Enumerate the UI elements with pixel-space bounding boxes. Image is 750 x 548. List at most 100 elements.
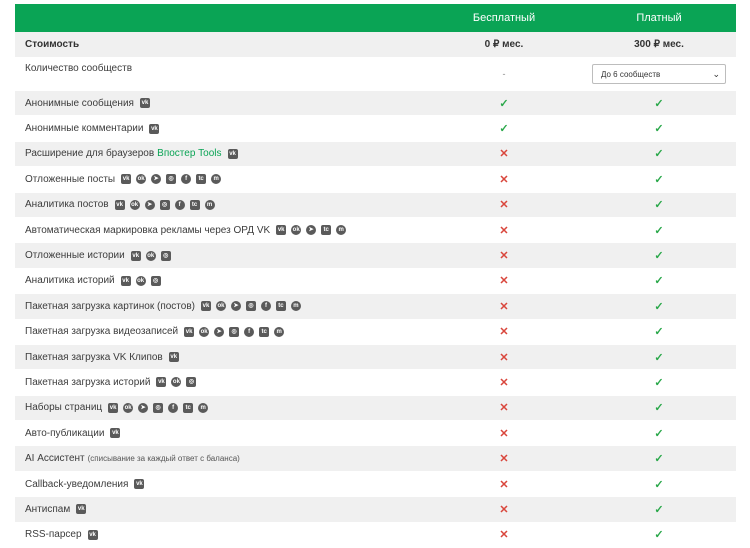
feature-row: Аналитика историй vk ok ◎ ✕ ✓ [15,268,736,295]
platform-icons: vk [76,504,87,515]
platform-icons: vk ok ◎ [130,250,171,261]
tenchat-icon: tc [183,402,194,413]
feature-row: Наборы страниц vk ok ➤ ◎ f tc m ✕ ✓ [15,395,736,422]
check-icon: ✓ [654,148,664,161]
free-plan-cell: ✕ [426,376,582,389]
header-free-plan: Бесплатный [472,12,536,24]
free-plan-cell: ✕ [426,401,582,414]
cross-icon: ✕ [499,326,509,339]
paid-plan-cell: ✓ [582,325,736,338]
feature-row: Авто-публикации vk ✕ ✓ [15,421,736,447]
feature-cell: Наборы страниц vk ok ➤ ◎ f tc m [15,402,426,413]
check-icon: ✓ [499,123,509,136]
free-communities-value: - [502,69,506,79]
feature-cell: Антиспам vk [15,504,426,515]
free-plan-cell: ✓ [426,122,582,135]
feature-row: Анонимные сообщения vk ✓ ✓ [15,91,736,117]
chevron-down-icon: ⌄ [712,68,720,79]
cross-icon: ✕ [499,300,509,313]
free-plan-cell: ✕ [426,224,582,237]
communities-label: Количество сообществ [25,63,133,74]
check-icon: ✓ [654,529,664,542]
vk-icon: vk [227,148,238,159]
feature-link[interactable]: Впостер Tools [157,148,221,159]
feature-row: Пакетная загрузка видеозаписей vk ok ➤ ◎ f tc m… [15,319,736,345]
feature-row: Отложенные истории vk ok ◎ ✕ ✓ [15,243,736,269]
vk-icon: vk [76,504,87,515]
feature-label: Анонимные сообщения [25,97,134,109]
check-icon: ✓ [654,97,664,110]
check-icon: ✓ [654,224,664,237]
check-icon: ✓ [654,300,664,313]
check-icon: ✓ [654,123,664,136]
free-plan-cell: ✕ [426,452,582,465]
tenchat-icon: tc [196,174,207,185]
check-icon: ✓ [654,199,664,212]
free-plan-cell: ✕ [426,478,582,491]
feature-label: AI Ассистент [25,453,85,465]
paid-plan-cell: ✓ [582,478,736,491]
feature-row: Автоматическая маркировка рекламы через … [15,217,736,244]
paid-plan-cell: ✓ [582,528,736,541]
feature-label: Анонимные комментарии [25,123,144,135]
vk-icon: vk [110,428,121,439]
paid-plan-cell: ✓ [582,376,736,389]
platform-icons: vk ok ➤ ◎ f tc m [184,326,285,337]
platform-icons: vk ok ◎ [156,377,197,388]
tenchat-icon: tc [259,326,270,337]
price-row: Стоимость 0 ₽ мес. 300 ₽ мес. [15,32,736,58]
communities-select[interactable]: До 6 сообществ ⌄ [592,64,726,84]
platform-icons: vk ok ➤ ◎ f tc m [114,199,215,210]
feature-cell: Анонимные сообщения vk [15,98,426,109]
vk-icon: vk [184,326,195,337]
paid-plan-cell: ✓ [582,401,736,414]
vk-icon: vk [139,98,150,109]
platform-icons: vk ok ➤ tc m [276,225,347,236]
paid-plan-cell: ✓ [582,97,736,110]
free-plan-cell: ✕ [426,325,582,338]
feature-label: Аналитика постов [25,199,109,211]
vk-icon: vk [114,199,125,210]
feature-rows: Анонимные сообщения vk ✓ ✓ Анонимные коммент… [15,91,736,548]
telegram-icon: ➤ [214,326,225,337]
free-plan-cell: ✕ [426,528,582,541]
free-plan-cell: ✕ [426,503,582,516]
facebook-icon: f [181,174,192,185]
free-plan-cell: ✕ [426,173,582,186]
pricing-comparison-table: Бесплатный Платный Стоимость 0 ₽ мес. 30… [15,4,736,548]
cross-icon: ✕ [499,199,509,212]
cross-icon: ✕ [499,376,509,389]
cross-icon: ✕ [499,173,509,186]
header-paid-plan: Платный [636,12,682,24]
vk-icon: vk [149,123,160,134]
platform-icons: vk [168,352,179,363]
feature-label: Аналитика историй [25,275,115,287]
paid-price: 300 ₽ мес. [634,39,684,50]
check-icon: ✓ [654,326,664,339]
tenchat-icon: tc [275,301,286,312]
platform-icons: vk [110,428,121,439]
facebook-icon: f [260,301,271,312]
paid-plan-cell: ✓ [582,224,736,237]
feature-cell: Автоматическая маркировка рекламы через … [15,225,426,236]
cross-icon: ✕ [499,402,509,415]
vk-icon: vk [87,529,98,540]
platform-icons: vk [149,123,160,134]
cross-icon: ✕ [499,503,509,516]
cross-icon: ✕ [499,427,509,440]
vk-icon: vk [200,301,211,312]
check-icon: ✓ [499,97,509,110]
vk-icon: vk [108,402,119,413]
table-header: Бесплатный Платный [15,4,736,32]
feature-cell: Пакетная загрузка видеозаписей vk ok ➤ ◎ f tc m [15,326,426,337]
cross-icon: ✕ [499,275,509,288]
instagram-icon: ◎ [160,250,171,261]
feature-cell: Анонимные комментарии vk [15,123,426,134]
feature-label: Пакетная загрузка историй [25,376,151,388]
max-icon: m [290,301,301,312]
feature-row: AI Ассистент (списывание за каждый ответ … [15,446,736,472]
cross-icon: ✕ [499,529,509,542]
feature-cell: Аналитика постов vk ok ➤ ◎ f tc m [15,199,426,210]
vk-icon: vk [134,479,145,490]
feature-cell: AI Ассистент (списывание за каждый ответ … [15,453,426,464]
